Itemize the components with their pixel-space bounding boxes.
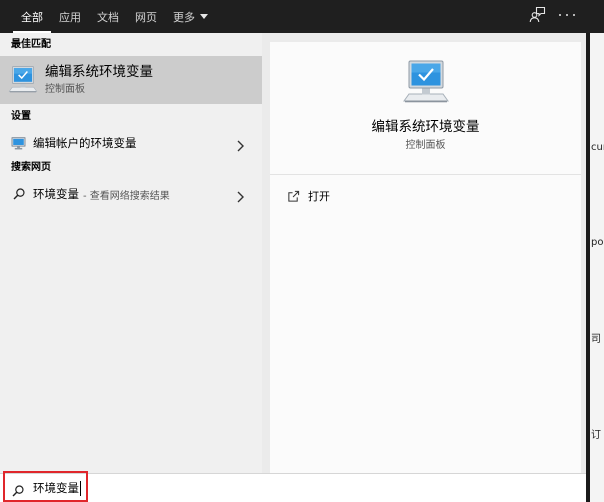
- tab-label: 文档: [97, 10, 119, 24]
- chevron-down-icon: [200, 14, 208, 19]
- system-properties-icon: [8, 64, 38, 94]
- monitor-icon: [11, 136, 26, 150]
- system-properties-icon: [402, 58, 450, 104]
- background-window-edge: cure pora 司 订: [586, 33, 604, 502]
- preview-subtitle: 控制面板: [405, 140, 446, 151]
- preview-card: 编辑系统环境变量 控制面板 打开: [270, 42, 581, 473]
- best-match-heading: 最佳匹配: [11, 39, 51, 50]
- more-options-icon[interactable]: [558, 12, 576, 18]
- divider: [270, 174, 581, 175]
- chevron-right-icon[interactable]: [236, 188, 245, 203]
- web-search-hint: - 查看网络搜索结果: [83, 190, 170, 202]
- background-text: 司: [591, 334, 601, 345]
- search-filter-bar: 全部 应用 文档 网页 更多: [0, 0, 604, 33]
- tab-all[interactable]: 全部: [13, 0, 51, 33]
- tab-more[interactable]: 更多: [165, 0, 216, 33]
- tab-label: 全部: [21, 10, 43, 24]
- dot: [559, 14, 561, 16]
- feedback-icon[interactable]: [529, 6, 546, 23]
- background-text: pora: [591, 237, 604, 248]
- web-search-heading: 搜索网页: [11, 162, 51, 173]
- open-icon: [287, 190, 300, 203]
- best-match-subtitle: 控制面板: [45, 84, 85, 95]
- search-results-pane: 最佳匹配 编辑系统环境变量 控制面板 设置 编辑帐户的环境变量 搜索网页 环境变…: [0, 33, 586, 473]
- search-highlight-box: [3, 471, 88, 502]
- dot: [573, 14, 575, 16]
- tab-label: 应用: [59, 10, 81, 24]
- best-match-item[interactable]: 编辑系统环境变量 控制面板: [0, 56, 262, 104]
- tab-apps[interactable]: 应用: [51, 0, 89, 33]
- open-action[interactable]: 打开: [270, 183, 581, 209]
- filter-tabs: 全部 应用 文档 网页 更多: [13, 0, 216, 33]
- tab-label: 更多: [173, 10, 195, 24]
- background-text: cure: [591, 142, 604, 153]
- web-search-query: 环境变量: [33, 187, 79, 201]
- web-search-item[interactable]: 环境变量 - 查看网络搜索结果: [0, 181, 262, 207]
- best-match-title: 编辑系统环境变量: [45, 64, 153, 80]
- results-list: 最佳匹配 编辑系统环境变量 控制面板 设置 编辑帐户的环境变量 搜索网页 环境变…: [0, 33, 262, 473]
- preview-title: 编辑系统环境变量: [371, 119, 480, 135]
- tab-web[interactable]: 网页: [127, 0, 165, 33]
- settings-item-edit-account-env-vars[interactable]: 编辑帐户的环境变量: [0, 130, 262, 156]
- search-icon: [11, 187, 26, 201]
- tab-documents[interactable]: 文档: [89, 0, 127, 33]
- tab-label: 网页: [135, 10, 157, 24]
- dot: [566, 14, 568, 16]
- open-action-label: 打开: [308, 190, 330, 203]
- settings-item-label: 编辑帐户的环境变量: [33, 136, 137, 150]
- chevron-right-icon[interactable]: [236, 137, 245, 152]
- background-text: 订: [591, 430, 601, 441]
- settings-heading: 设置: [11, 111, 31, 122]
